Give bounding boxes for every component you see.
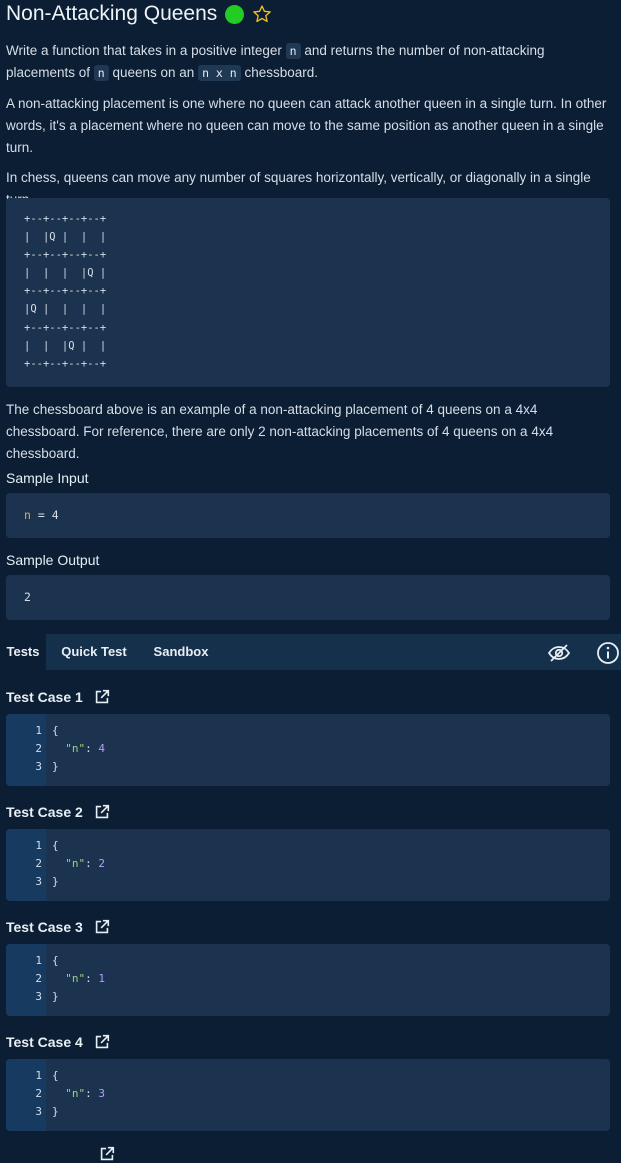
test-case-header: Test Case 2 [6,803,111,821]
desc-text: queens on an [108,65,199,80]
code-line: { [52,724,59,737]
line-number: 2 [35,857,42,870]
code-line: { [52,1069,59,1082]
test-case-code: 1 2 3 { "n": 2 } [6,829,610,901]
tests-tabbar: Tests Quick Test Sandbox [0,634,621,670]
sample-output-box: 2 [6,575,610,620]
line-number: 2 [35,972,42,985]
info-icon[interactable] [596,641,620,665]
desc-text: Write a function that takes in a positiv… [6,43,286,58]
json-key: "n" [65,857,86,870]
json-key: "n" [65,1087,86,1100]
description-paragraph-1: Write a function that takes in a positiv… [6,40,614,84]
line-gutter: 1 2 3 [6,829,46,901]
chessboard-ascii: +--+--+--+--+ | |Q | | | +--+--+--+--+ |… [24,213,107,370]
json-value: 1 [98,972,105,985]
sample-input-var: n [24,508,31,522]
share-icon[interactable] [93,803,111,821]
test-case-title: Test Case 4 [6,1034,83,1050]
code-line: "n": 3 [65,1087,105,1100]
test-case-header: Test Case 1 [6,688,111,706]
test-case-code: 1 2 3 { "n": 1 } [6,944,610,1016]
tab-quick-test[interactable]: Quick Test [54,634,134,670]
inline-code: n [285,43,301,59]
json-value: 4 [98,742,105,755]
eye-off-icon[interactable] [547,641,571,665]
share-icon[interactable] [93,918,111,936]
description-paragraph-2: A non-attacking placement is one where n… [6,96,607,155]
code-line: { [52,839,59,852]
sample-input-value: = 4 [30,508,59,522]
json-value: 3 [98,1087,105,1100]
code-line: { [52,954,59,967]
test-case-code: 1 2 3 { "n": 4 } [6,714,610,786]
code-line: "n": 4 [65,742,105,755]
sample-output-value: 2 [24,590,31,604]
sample-output-label: Sample Output [6,552,100,568]
code-line: } [52,760,59,773]
line-number: 1 [35,954,42,967]
test-case-title: Test Case 3 [6,919,83,935]
chessboard-example: +--+--+--+--+ | |Q | | | +--+--+--+--+ |… [6,198,610,387]
share-icon[interactable] [98,1145,116,1163]
code-line: "n": 1 [65,972,105,985]
code-line: } [52,990,59,1003]
line-number: 1 [35,724,42,737]
json-key: "n" [65,972,86,985]
sample-input-code: n = 4 [24,508,59,522]
tab-sandbox[interactable]: Sandbox [146,634,216,670]
page-title: Non-Attacking Queens [6,2,218,25]
test-case-header: Test Case 4 [6,1033,111,1051]
star-outline-icon[interactable] [252,4,272,24]
line-number: 2 [35,1087,42,1100]
code-line: "n": 2 [65,857,105,870]
line-gutter: 1 2 3 [6,714,46,786]
line-number: 3 [35,760,42,773]
line-number: 3 [35,1105,42,1118]
code-line: } [52,875,59,888]
description-paragraph-4: The chessboard above is an example of a … [6,402,554,461]
share-icon[interactable] [93,688,111,706]
line-number: 3 [35,875,42,888]
line-number: 2 [35,742,42,755]
inline-code: n [93,65,109,81]
code-line: } [52,1105,59,1118]
tab-tests[interactable]: Tests [0,634,46,670]
test-case-header: Test Case 3 [6,918,111,936]
desc-text: chessboard. [240,65,318,80]
title-row: Non-Attacking Queens [6,0,272,28]
status-completed-icon [225,4,245,24]
json-value: 2 [98,857,105,870]
share-icon[interactable] [93,1033,111,1051]
line-gutter: 1 2 3 [6,944,46,1016]
line-number: 3 [35,990,42,1003]
line-number: 1 [35,839,42,852]
line-number: 1 [35,1069,42,1082]
json-key: "n" [65,742,86,755]
test-case-title: Test Case 2 [6,804,83,820]
sample-input-box: n = 4 [6,493,610,538]
inline-code: n x n [198,65,241,81]
test-case-title: Test Case 1 [6,689,83,705]
test-case-code: 1 2 3 { "n": 3 } [6,1059,610,1131]
sample-input-label: Sample Input [6,470,89,486]
line-gutter: 1 2 3 [6,1059,46,1131]
